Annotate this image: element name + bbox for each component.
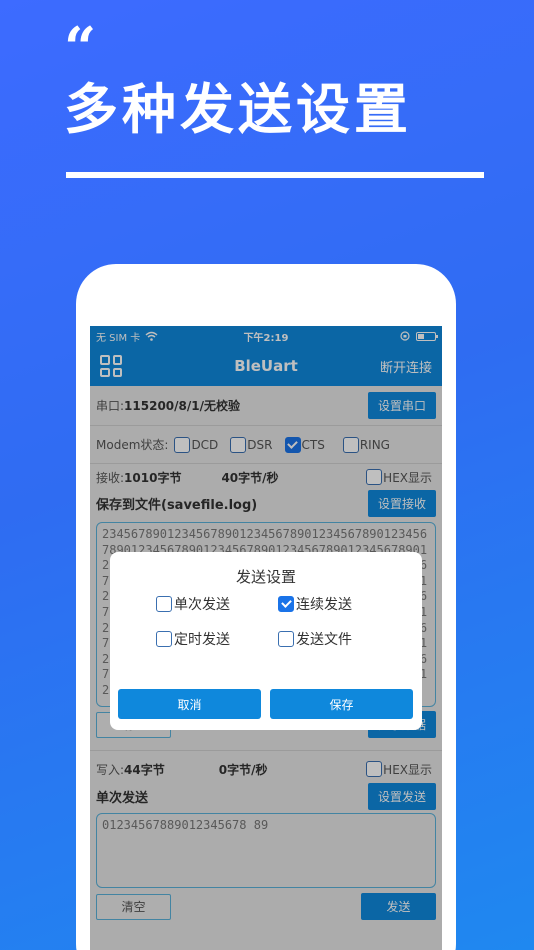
option-continuous-send[interactable]: 连续发送 xyxy=(278,594,352,614)
option-single-send[interactable]: 单次发送 xyxy=(156,594,230,614)
option-send-file[interactable]: 发送文件 xyxy=(278,629,352,649)
option-timed-send[interactable]: 定时发送 xyxy=(156,629,230,649)
quote-mark: “ xyxy=(64,15,97,81)
dialog-title: 发送设置 xyxy=(235,568,296,586)
app-screen: 无 SIM 卡 下午2:19 BleUart 断开连接 串口:115200/8/… xyxy=(90,326,442,950)
promo-headline: 多种发送设置 xyxy=(64,78,412,141)
headline-underline xyxy=(66,172,484,178)
timed-send-checkbox[interactable] xyxy=(156,631,172,647)
send-file-checkbox[interactable] xyxy=(278,631,294,647)
continuous-send-checkbox[interactable] xyxy=(278,596,294,612)
dialog-save-button[interactable]: 保存 xyxy=(270,689,413,719)
single-send-checkbox[interactable] xyxy=(156,596,172,612)
send-settings-dialog: 发送设置 单次发送 连续发送 定时发送 发送文件 取消 保存 xyxy=(110,552,422,730)
dialog-cancel-button[interactable]: 取消 xyxy=(118,689,261,719)
